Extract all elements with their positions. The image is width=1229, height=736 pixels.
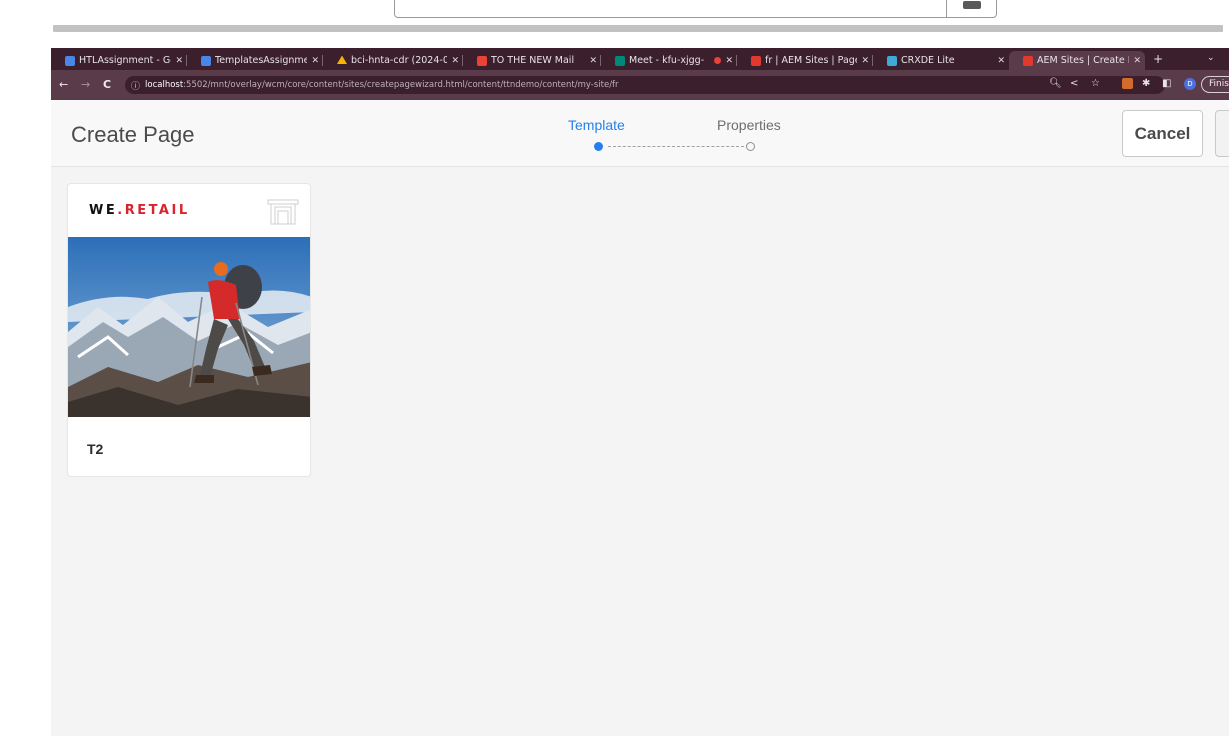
- tab-meet[interactable]: Meet - kfu-xjgg- ✕: [601, 51, 737, 70]
- zoom-icon[interactable]: 🔍︎: [1049, 78, 1062, 89]
- extension-icon[interactable]: [1122, 78, 1133, 89]
- profile-avatar[interactable]: D: [1184, 78, 1196, 90]
- outer-window-top: ◂: [0, 0, 1229, 48]
- close-icon[interactable]: ✕: [725, 56, 733, 66]
- tab-label: TemplatesAssignme: [215, 55, 308, 66]
- adobe-icon: [1023, 55, 1033, 66]
- url-bar[interactable]: ⓘ localhost:5502/mnt/overlay/wcm/core/co…: [125, 76, 1165, 94]
- we-retail-logo: WE.RETAIL: [89, 203, 190, 218]
- close-icon[interactable]: ✕: [311, 56, 319, 66]
- recording-icon: [714, 57, 722, 64]
- brand-dot: .: [117, 203, 125, 218]
- template-card[interactable]: WE.RETAIL T2: [67, 183, 311, 477]
- brand-second: RETAIL: [124, 203, 190, 218]
- crxde-icon: [887, 55, 897, 66]
- adobe-icon: [751, 55, 761, 66]
- step-properties[interactable]: Properties: [717, 117, 781, 133]
- tab-crxde[interactable]: CRXDE Lite ✕: [873, 51, 1009, 70]
- tab-mail[interactable]: TO THE NEW Mail ✕: [463, 51, 601, 70]
- tab-label: Meet - kfu-xjgg-: [629, 55, 705, 66]
- finish-update-button[interactable]: Finis: [1201, 76, 1229, 93]
- next-button[interactable]: [1215, 110, 1229, 157]
- background-input-button: [946, 0, 996, 17]
- side-panel-icon[interactable]: ◧: [1162, 78, 1171, 89]
- outer-window-left: [0, 48, 51, 736]
- tab-label: fr | AEM Sites | Page: [765, 55, 858, 66]
- tab-aem-sites-page[interactable]: fr | AEM Sites | Page ✕: [737, 51, 873, 70]
- meet-icon: [615, 55, 625, 66]
- reload-icon[interactable]: C: [103, 78, 111, 91]
- step-template[interactable]: Template: [568, 117, 625, 133]
- tab-strip: HTLAssignment - Go ✕ TemplatesAssignme ✕…: [51, 48, 1229, 70]
- step-progress-line: [608, 146, 744, 147]
- close-icon[interactable]: ✕: [589, 56, 597, 66]
- forward-arrow-icon[interactable]: →: [81, 78, 90, 91]
- template-title: T2: [87, 441, 104, 457]
- wizard-header: Create Page Template Properties Cancel: [51, 100, 1229, 167]
- new-tab-button[interactable]: +: [1153, 52, 1163, 66]
- url-host: localhost: [145, 80, 184, 90]
- horizontal-scrollbar[interactable]: [53, 25, 1223, 32]
- step-indicator-inactive: [746, 142, 755, 151]
- docs-icon: [65, 55, 75, 66]
- tab-label: AEM Sites | Create P: [1037, 55, 1130, 66]
- page-title: Create Page: [71, 122, 195, 147]
- brand-first: WE: [89, 203, 118, 218]
- tab-label: TO THE NEW Mail: [491, 55, 575, 66]
- tab-label: CRXDE Lite: [901, 55, 955, 66]
- docs-icon: [201, 55, 211, 66]
- background-input-field: [394, 0, 997, 18]
- close-icon[interactable]: ✕: [1133, 56, 1141, 66]
- close-icon[interactable]: ✕: [451, 56, 459, 66]
- extensions-puzzle-icon[interactable]: ✱: [1142, 78, 1150, 89]
- hiker-mountain-photo: [68, 237, 310, 417]
- template-page-icon: [267, 199, 299, 225]
- browser-window: HTLAssignment - Go ✕ TemplatesAssignme ✕…: [51, 48, 1229, 736]
- back-arrow-icon[interactable]: ←: [59, 78, 68, 91]
- address-toolbar: ← → C ⓘ localhost:5502/mnt/overlay/wcm/c…: [51, 70, 1229, 100]
- template-grid: WE.RETAIL T2: [51, 167, 1229, 736]
- bookmark-star-icon[interactable]: ☆: [1091, 78, 1100, 89]
- tab-search-chevron-icon[interactable]: ⌄: [1207, 53, 1215, 63]
- step-indicator-active: [594, 142, 603, 151]
- gmail-icon: [477, 55, 487, 66]
- share-icon[interactable]: <: [1070, 78, 1078, 89]
- drive-icon: [337, 55, 347, 64]
- tab-aem-create-page[interactable]: AEM Sites | Create P ✕: [1009, 51, 1145, 70]
- close-icon[interactable]: ✕: [997, 56, 1005, 66]
- close-icon[interactable]: ✕: [175, 56, 183, 66]
- tab-label: HTLAssignment - Go: [79, 55, 172, 66]
- tab-templatesassignment[interactable]: TemplatesAssignme ✕: [187, 51, 323, 70]
- tab-drive[interactable]: bci-hnta-cdr (2024-0 ✕: [323, 51, 463, 70]
- tab-label: bci-hnta-cdr (2024-0: [351, 55, 448, 66]
- cancel-button[interactable]: Cancel: [1122, 110, 1203, 157]
- close-icon[interactable]: ✕: [861, 56, 869, 66]
- tab-htlassignment[interactable]: HTLAssignment - Go ✕: [51, 51, 187, 70]
- site-info-icon[interactable]: ⓘ: [131, 79, 140, 92]
- url-path: :5502/mnt/overlay/wcm/core/content/sites…: [183, 80, 619, 90]
